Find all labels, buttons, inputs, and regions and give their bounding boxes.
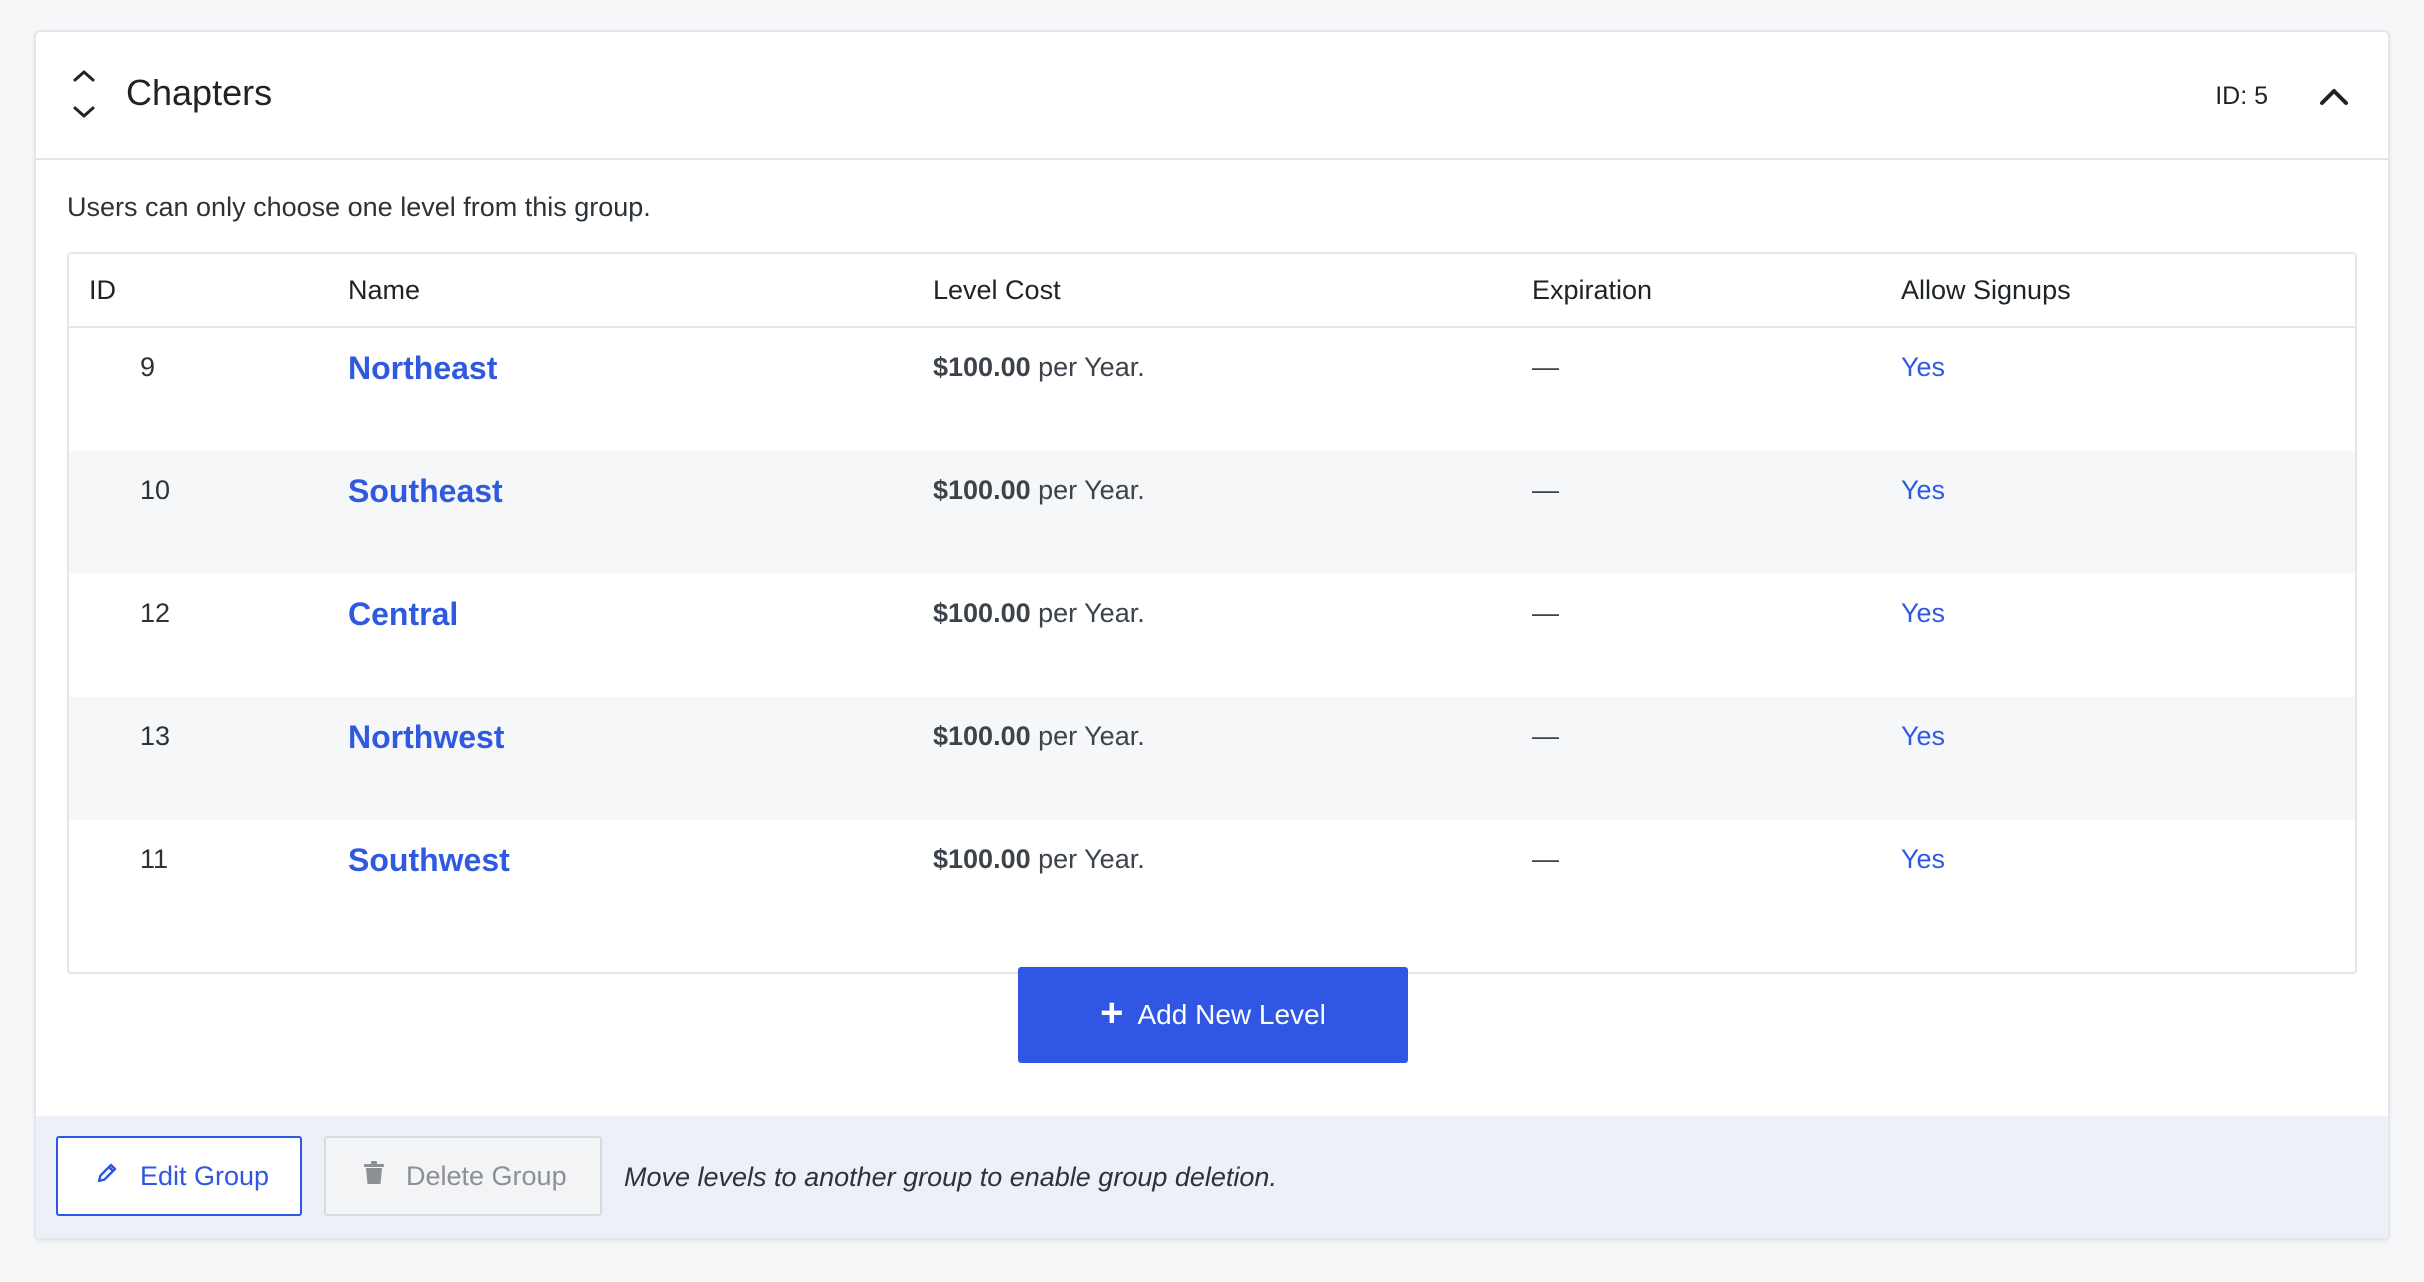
level-allow-signups: Yes [1901, 844, 1946, 874]
group-title: Chapters [126, 72, 273, 113]
level-name-link[interactable]: Northwest [348, 719, 504, 756]
level-cost-amount: $100.00 [933, 475, 1031, 505]
level-allow-signups: Yes [1901, 352, 1946, 382]
level-cost-amount: $100.00 [933, 844, 1031, 874]
column-header-name: Name [348, 275, 421, 305]
level-cost-amount: $100.00 [933, 352, 1031, 382]
level-cost-period: per Year. [1030, 721, 1145, 751]
level-name-link[interactable]: Southeast [348, 473, 503, 510]
column-header-expiration: Expiration [1532, 275, 1653, 305]
trash-icon [362, 1160, 386, 1193]
edit-group-label: Edit Group [140, 1160, 270, 1191]
level-cost: $100.00 per Year. [933, 352, 1145, 383]
delete-group-button[interactable]: Delete Group [324, 1136, 602, 1216]
level-id: 10 [140, 475, 171, 505]
level-cost-period: per Year. [1030, 475, 1145, 505]
table-row: 9 Northeast $100.00 per Year. — Yes [69, 328, 2355, 451]
group-id-label: ID: 5 [2215, 82, 2268, 110]
level-group-panel: Chapters ID: 5 Users can only choose one… [34, 30, 2390, 1240]
level-name-link[interactable]: Northeast [348, 350, 497, 387]
level-expiration: — [1532, 475, 1559, 505]
level-cost-amount: $100.00 [933, 721, 1031, 751]
level-expiration: — [1532, 352, 1559, 382]
levels-table: ID Name Level Cost Expiration Allow Sign… [67, 252, 2357, 974]
level-cost: $100.00 per Year. [933, 844, 1145, 875]
level-expiration: — [1532, 844, 1559, 874]
group-description: Users can only choose one level from thi… [67, 192, 651, 222]
level-id: 12 [140, 598, 171, 628]
table-row: 13 Northwest $100.00 per Year. — Yes [69, 697, 2355, 820]
level-id: 9 [140, 352, 156, 382]
table-row: 11 Southwest $100.00 per Year. — Yes [69, 820, 2355, 943]
delete-group-note: Move levels to another group to enable g… [624, 1162, 1277, 1192]
level-expiration: — [1532, 598, 1559, 628]
sort-up-down-icon[interactable] [66, 64, 102, 124]
column-header-id: ID [89, 275, 116, 305]
level-allow-signups: Yes [1901, 475, 1946, 505]
level-cost-period: per Year. [1030, 352, 1145, 382]
group-header: Chapters ID: 5 [36, 32, 2388, 160]
level-cost-period: per Year. [1030, 844, 1145, 874]
level-allow-signups: Yes [1901, 721, 1946, 751]
delete-group-label: Delete Group [406, 1160, 567, 1191]
level-cost-amount: $100.00 [933, 598, 1031, 628]
column-header-allow-signups: Allow Signups [1901, 275, 2071, 305]
level-id: 13 [140, 721, 171, 751]
table-row: 10 Southeast $100.00 per Year. — Yes [69, 451, 2355, 574]
level-name-link[interactable]: Central [348, 596, 458, 633]
column-header-level-cost: Level Cost [933, 275, 1061, 305]
level-id: 11 [140, 844, 169, 874]
plus-icon: + [1100, 991, 1124, 1035]
table-row: 12 Central $100.00 per Year. — Yes [69, 574, 2355, 697]
level-expiration: — [1532, 721, 1559, 751]
chevron-up-icon[interactable] [2314, 76, 2354, 116]
pencil-icon [94, 1160, 120, 1193]
level-cost: $100.00 per Year. [933, 475, 1145, 506]
level-cost: $100.00 per Year. [933, 721, 1145, 752]
level-cost: $100.00 per Year. [933, 598, 1145, 629]
level-allow-signups: Yes [1901, 598, 1946, 628]
add-new-level-button[interactable]: + Add New Level [1018, 967, 1408, 1063]
add-new-level-label: Add New Level [1137, 999, 1326, 1030]
edit-group-button[interactable]: Edit Group [56, 1136, 302, 1216]
group-footer: Edit Group Delete Group Move levels to a… [36, 1116, 2388, 1238]
level-cost-period: per Year. [1030, 598, 1145, 628]
level-name-link[interactable]: Southwest [348, 842, 510, 879]
table-header: ID Name Level Cost Expiration Allow Sign… [69, 254, 2355, 328]
